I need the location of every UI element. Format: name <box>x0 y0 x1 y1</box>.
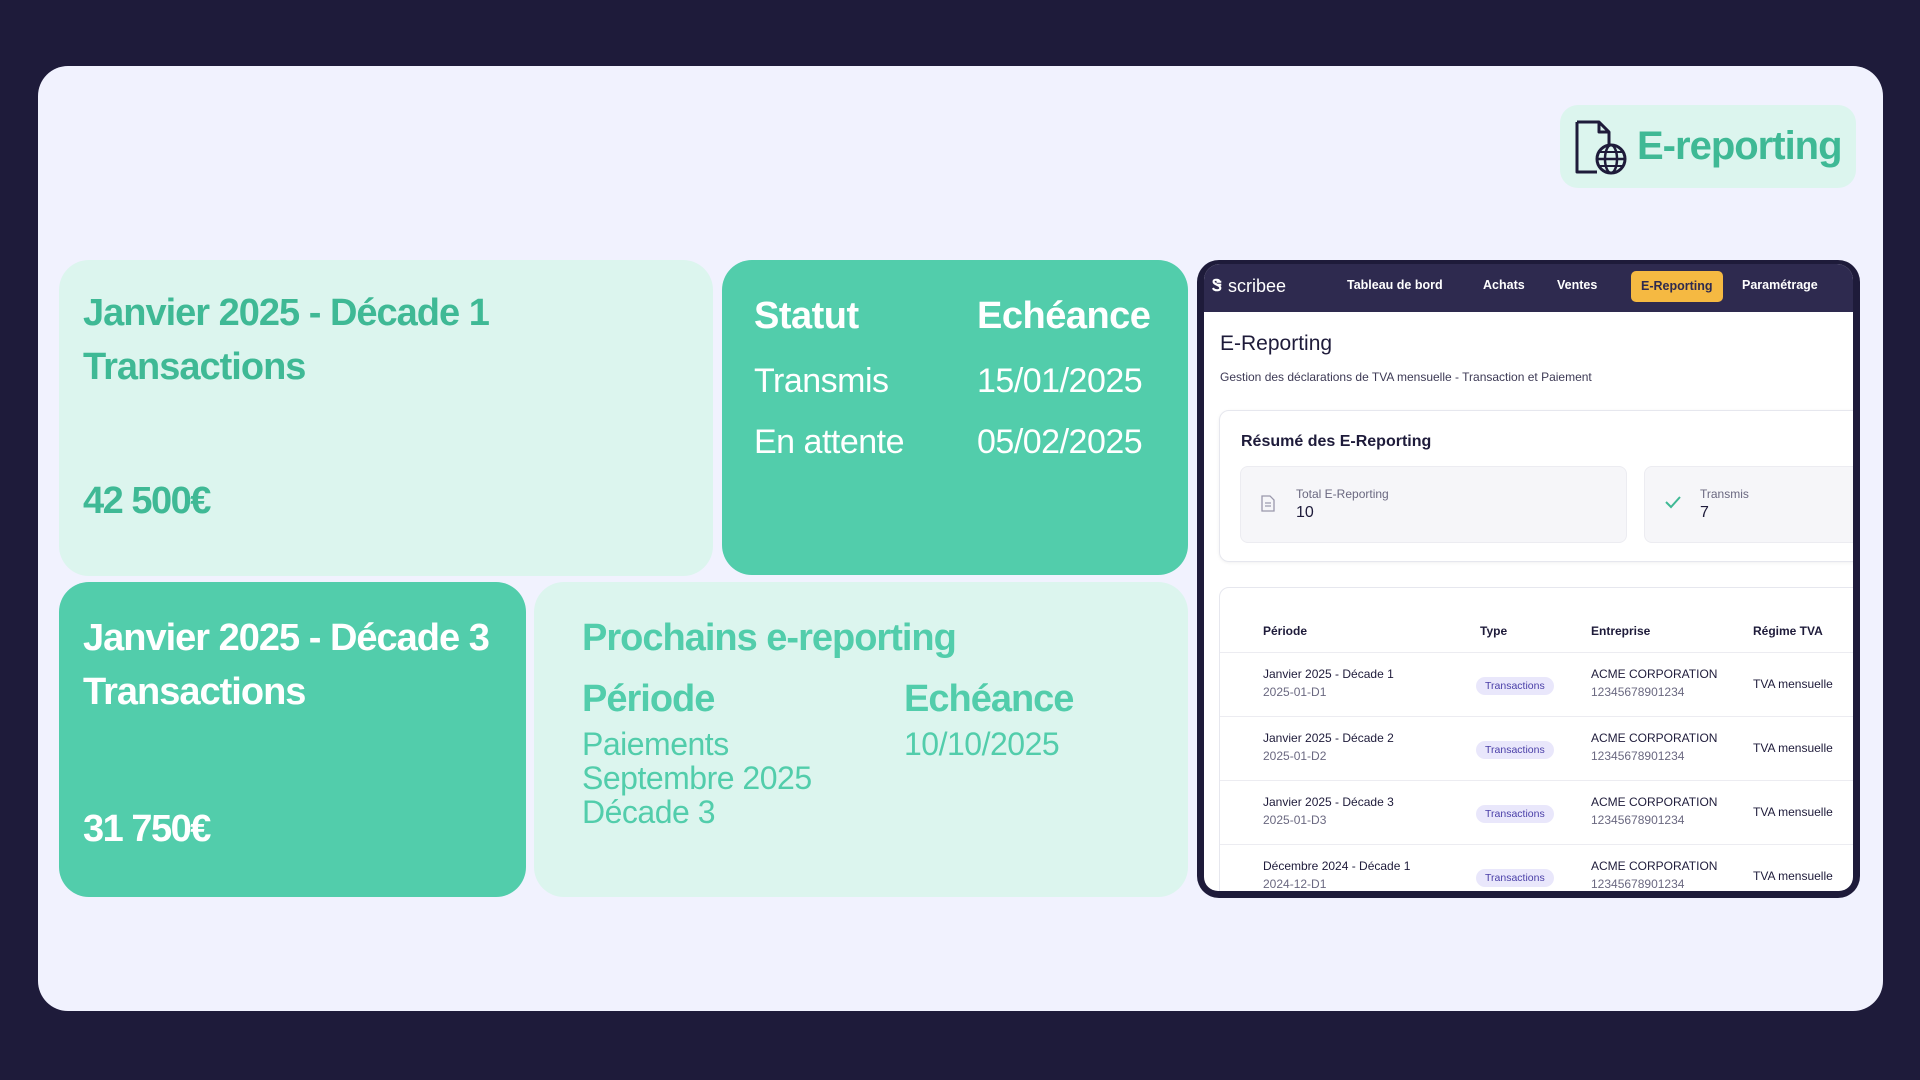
period-line: Septembre 2025 <box>582 760 812 796</box>
card-title-line1: Janvier 2025 - Décade 3 <box>83 617 490 659</box>
logo-mark-icon: Ꮥ <box>1212 277 1222 295</box>
page-subtitle: Gestion des déclarations de TVA mensuell… <box>1220 370 1592 384</box>
card-title-line2: Transactions <box>83 346 306 388</box>
card-amount: 42 500€ <box>83 480 211 522</box>
row-company: ACME CORPORATION <box>1591 667 1718 681</box>
row-vat-regime: TVA mensuelle <box>1753 869 1833 883</box>
nav-item-sales[interactable]: Ventes <box>1557 278 1597 292</box>
row-siret: 12345678901234 <box>1591 877 1685 891</box>
row-siret: 12345678901234 <box>1591 685 1685 699</box>
row-id: 2024-12-D1 <box>1263 877 1327 891</box>
app-window: Ꮥ scribee Tableau de bord Achats Ventes … <box>1204 264 1853 891</box>
top-nav: Ꮥ scribee Tableau de bord Achats Ventes … <box>1204 264 1853 312</box>
table-row[interactable]: Janvier 2025 - Décade 3 2025-01-D3 Trans… <box>1220 780 1853 844</box>
row-id: 2025-01-D2 <box>1263 749 1327 763</box>
row-period: Janvier 2025 - Décade 2 <box>1263 731 1394 745</box>
e-reporting-table: Période Type Entreprise Régime TVA Janvi… <box>1219 587 1853 891</box>
summary-panel: Résumé des E-Reporting Total E-Reporting… <box>1219 410 1853 562</box>
stat-card-transmitted: Transmis 7 <box>1644 466 1853 543</box>
row-period: Décembre 2024 - Décade 1 <box>1263 859 1411 873</box>
row-company: ACME CORPORATION <box>1591 731 1718 745</box>
type-badge: Transactions <box>1476 677 1554 695</box>
card-title: Janvier 2025 - Décade 1 Transactions <box>83 286 490 394</box>
card-upcoming: Prochains e-reporting Période Echéance P… <box>534 582 1188 897</box>
type-badge: Transactions <box>1476 805 1554 823</box>
period-line: Paiements <box>582 726 729 762</box>
card-status: Statut Echéance Transmis 15/01/2025 En a… <box>722 260 1188 575</box>
nav-item-e-reporting[interactable]: E-Reporting <box>1631 271 1723 302</box>
table-row[interactable]: Janvier 2025 - Décade 2 2025-01-D2 Trans… <box>1220 716 1853 780</box>
row-id: 2025-01-D1 <box>1263 685 1327 699</box>
column-header-type[interactable]: Type <box>1480 624 1507 638</box>
document-globe-icon <box>1575 120 1627 174</box>
status-value: Transmis <box>754 362 889 400</box>
row-siret: 12345678901234 <box>1591 813 1685 827</box>
due-header: Echéance <box>904 678 1074 720</box>
row-company: ACME CORPORATION <box>1591 859 1718 873</box>
row-period: Janvier 2025 - Décade 3 <box>1263 795 1394 809</box>
due-value: 10/10/2025 <box>904 726 1060 762</box>
page-title: E-Reporting <box>1220 332 1333 355</box>
badge-label: E-reporting <box>1637 124 1843 168</box>
card-decade-1: Janvier 2025 - Décade 1 Transactions 42 … <box>59 260 713 576</box>
upcoming-title: Prochains e-reporting <box>582 617 957 659</box>
nav-item-purchases[interactable]: Achats <box>1483 278 1525 292</box>
document-icon <box>1261 495 1275 517</box>
row-company: ACME CORPORATION <box>1591 795 1718 809</box>
e-reporting-badge: E-reporting <box>1560 105 1856 188</box>
card-title: Janvier 2025 - Décade 3 Transactions <box>83 611 490 719</box>
stat-label: Transmis <box>1700 487 1749 501</box>
row-period: Janvier 2025 - Décade 1 <box>1263 667 1394 681</box>
period-line: Décade 3 <box>582 794 715 830</box>
card-title-line2: Transactions <box>83 671 306 713</box>
card-decade-3: Janvier 2025 - Décade 3 Transactions 31 … <box>59 582 526 897</box>
stat-value: 10 <box>1296 504 1314 521</box>
row-siret: 12345678901234 <box>1591 749 1685 763</box>
app-logo[interactable]: Ꮥ scribee <box>1212 276 1286 297</box>
column-header-period[interactable]: Période <box>1263 624 1307 638</box>
stat-card-total: Total E-Reporting 10 <box>1240 466 1627 543</box>
type-badge: Transactions <box>1476 741 1554 759</box>
table-row[interactable]: Janvier 2025 - Décade 1 2025-01-D1 Trans… <box>1220 652 1853 716</box>
table-row[interactable]: Décembre 2024 - Décade 1 2024-12-D1 Tran… <box>1220 844 1853 891</box>
check-icon <box>1665 495 1681 514</box>
card-amount: 31 750€ <box>83 808 211 850</box>
due-value: 15/01/2025 <box>977 362 1143 400</box>
row-id: 2025-01-D3 <box>1263 813 1327 827</box>
app-screenshot-frame: Ꮥ scribee Tableau de bord Achats Ventes … <box>1197 260 1860 898</box>
nav-item-dashboard[interactable]: Tableau de bord <box>1347 278 1443 292</box>
due-value: 05/02/2025 <box>977 423 1143 461</box>
period-header: Période <box>582 678 715 720</box>
nav-item-settings[interactable]: Paramétrage <box>1742 278 1818 292</box>
card-title-line1: Janvier 2025 - Décade 1 <box>83 292 490 334</box>
logo-text: scribee <box>1227 276 1286 296</box>
row-vat-regime: TVA mensuelle <box>1753 805 1833 819</box>
summary-title: Résumé des E-Reporting <box>1241 433 1432 450</box>
column-header-company[interactable]: Entreprise <box>1591 624 1650 638</box>
stat-label: Total E-Reporting <box>1296 487 1389 501</box>
row-vat-regime: TVA mensuelle <box>1753 677 1833 691</box>
stat-value: 7 <box>1700 504 1709 521</box>
due-header: Echéance <box>977 295 1151 337</box>
row-vat-regime: TVA mensuelle <box>1753 741 1833 755</box>
column-header-vat-regime[interactable]: Régime TVA <box>1753 624 1823 638</box>
status-value: En attente <box>754 423 905 461</box>
status-header: Statut <box>754 295 859 337</box>
type-badge: Transactions <box>1476 869 1554 887</box>
period-value: Paiements Septembre 2025 Décade 3 <box>582 727 812 829</box>
